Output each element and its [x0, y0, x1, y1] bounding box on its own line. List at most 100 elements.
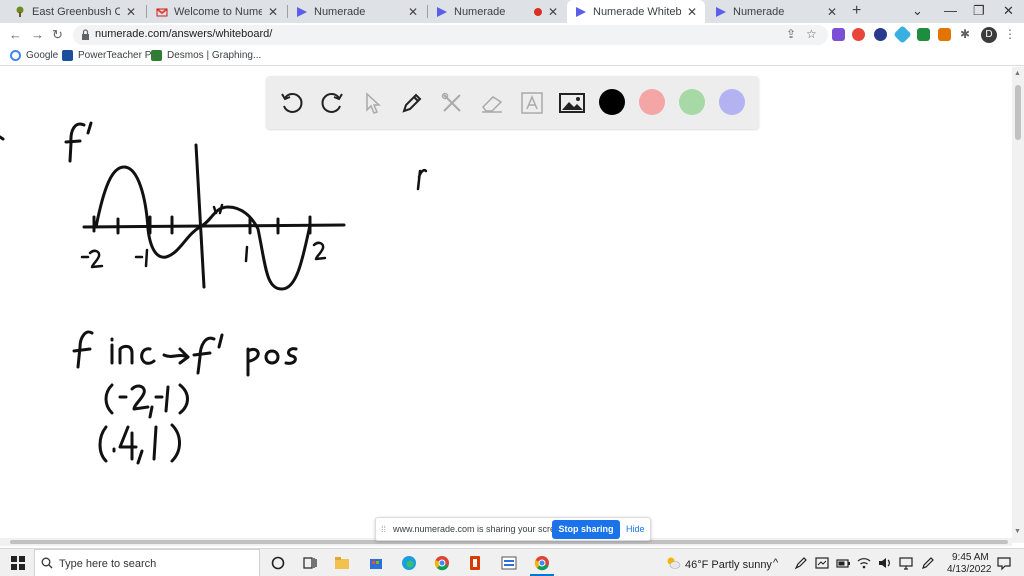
scroll-down-arrow-icon[interactable]: ▼: [1014, 528, 1021, 535]
tab-title: Numerade: [454, 5, 506, 18]
onedrive-icon[interactable]: [814, 555, 830, 571]
stop-sharing-button[interactable]: Stop sharing: [552, 520, 620, 539]
color-swatch-green[interactable]: [679, 89, 705, 115]
pen-workspace-icon[interactable]: [793, 555, 809, 571]
close-icon[interactable]: ✕: [548, 5, 558, 19]
extension-icon[interactable]: [938, 28, 951, 41]
extension-icon[interactable]: [874, 28, 887, 41]
tools-button[interactable]: [437, 88, 467, 118]
show-hidden-icons-icon[interactable]: ^: [773, 557, 778, 569]
notifications-icon[interactable]: [996, 555, 1012, 571]
numerade-icon: [437, 6, 447, 17]
reload-button[interactable]: ↻: [52, 27, 63, 43]
edge-icon[interactable]: [401, 555, 417, 571]
close-window-button[interactable]: ✕: [1003, 3, 1014, 19]
pointer-icon: [366, 92, 381, 114]
avatar[interactable]: D: [981, 27, 997, 43]
tab-east-greenbush[interactable]: East Greenbush CSD | ✕: [6, 0, 144, 23]
extension-icon[interactable]: [852, 28, 865, 41]
intervals-handwriting: [98, 383, 189, 465]
close-icon[interactable]: ✕: [687, 5, 697, 19]
clock-time[interactable]: 9:45 AM: [952, 552, 989, 563]
share-icon[interactable]: ⇪: [786, 27, 796, 41]
cortana-icon[interactable]: [270, 555, 286, 571]
extension-icon[interactable]: [893, 25, 912, 44]
close-icon[interactable]: ✕: [408, 5, 418, 19]
color-swatch-red[interactable]: [639, 89, 665, 115]
close-icon[interactable]: ✕: [126, 5, 136, 19]
vertical-scroll-thumb[interactable]: [1015, 85, 1021, 140]
text-tool-button[interactable]: [517, 88, 547, 118]
screen: East Greenbush CSD | ✕ Welcome to Numera…: [0, 0, 1024, 576]
minimize-button[interactable]: —: [944, 3, 957, 18]
file-explorer-icon[interactable]: [334, 555, 350, 571]
image-tool-button[interactable]: [557, 88, 587, 118]
color-swatch-black[interactable]: [599, 89, 625, 115]
task-view-icon[interactable]: [302, 555, 318, 571]
numerade-icon: [576, 6, 586, 17]
redo-icon: [321, 93, 343, 113]
clock-date[interactable]: 4/13/2022: [947, 564, 992, 575]
eraser-tool-button[interactable]: [477, 88, 507, 118]
undo-icon: [281, 93, 303, 113]
image-icon: [559, 93, 585, 113]
bookmark-desmos[interactable]: Desmos | Graphing...: [151, 50, 261, 61]
bookmark-star-icon[interactable]: ☆: [806, 27, 817, 41]
numerade-icon: [297, 6, 307, 17]
volume-icon[interactable]: [877, 555, 893, 571]
graph-title-handwriting: [64, 121, 93, 163]
display-icon[interactable]: [898, 555, 914, 571]
tab-search-icon[interactable]: ⌄: [912, 3, 923, 19]
tab-numerade-whiteboard[interactable]: Numerade Whiteboard ✕: [567, 0, 705, 23]
wifi-icon[interactable]: [856, 555, 872, 571]
lock-icon: [82, 29, 89, 40]
restore-button[interactable]: ❐: [973, 3, 985, 19]
drag-handle-icon[interactable]: ⁞⁞: [381, 524, 386, 534]
marginal-mark-handwriting: [416, 169, 428, 191]
bookmark-google[interactable]: Google: [10, 50, 58, 61]
app-window-icon[interactable]: [501, 555, 517, 571]
text-icon: [521, 92, 543, 114]
back-button[interactable]: ←: [9, 27, 22, 42]
gmail-icon: [156, 7, 168, 16]
menu-icon[interactable]: ⋮: [1004, 27, 1016, 41]
new-tab-button[interactable]: +: [852, 2, 861, 20]
close-icon[interactable]: ✕: [268, 5, 278, 19]
store-icon[interactable]: [368, 555, 384, 571]
forward-button[interactable]: →: [31, 27, 44, 42]
battery-icon[interactable]: [835, 555, 851, 571]
office-icon[interactable]: [467, 555, 483, 571]
google-icon: [10, 50, 21, 61]
bookmarks-bar: Google PowerTeacher Pro Desmos | Graphin…: [0, 47, 1024, 66]
x-axis: [82, 223, 346, 229]
extension-icon[interactable]: [917, 28, 930, 41]
tab-numerade-2[interactable]: Numerade ✕: [428, 0, 566, 23]
chrome-icon[interactable]: [434, 555, 450, 571]
redo-button[interactable]: [317, 88, 347, 118]
search-icon: [41, 557, 53, 569]
weather-text[interactable]: 46°F Partly sunny: [685, 559, 772, 571]
tab-numerade-1[interactable]: Numerade ✕: [288, 0, 426, 23]
undo-button[interactable]: [277, 88, 307, 118]
hide-button[interactable]: Hide: [626, 524, 645, 534]
pen-tool-button[interactable]: [397, 88, 427, 118]
tab-title: East Greenbush CSD |: [32, 5, 120, 18]
tab-title: Welcome to Numerade! - f: [174, 5, 262, 18]
bookmark-powerteacher[interactable]: PowerTeacher Pro: [62, 50, 160, 61]
statement-handwriting: [72, 330, 298, 377]
windows-start-icon[interactable]: [10, 555, 26, 571]
tab-title: Numerade: [314, 5, 366, 18]
color-swatch-blue[interactable]: [719, 89, 745, 115]
pen-tray-icon[interactable]: [920, 555, 936, 571]
extensions-puzzle-icon[interactable]: ✱: [960, 27, 970, 41]
close-icon[interactable]: ✕: [827, 5, 837, 19]
scroll-up-arrow-icon[interactable]: ▲: [1014, 70, 1021, 77]
pointer-tool-button[interactable]: [357, 88, 387, 118]
tab-numerade-3[interactable]: Numerade ✕: [707, 0, 845, 23]
search-placeholder: Type here to search: [59, 558, 157, 570]
extension-icon[interactable]: [832, 28, 845, 41]
taskbar-search-box[interactable]: Type here to search: [34, 549, 260, 576]
address-bar[interactable]: numerade.com/answers/whiteboard/: [73, 25, 828, 45]
chrome-active-icon[interactable]: [534, 555, 550, 571]
tab-welcome-numerade[interactable]: Welcome to Numerade! - f ✕: [148, 0, 286, 23]
